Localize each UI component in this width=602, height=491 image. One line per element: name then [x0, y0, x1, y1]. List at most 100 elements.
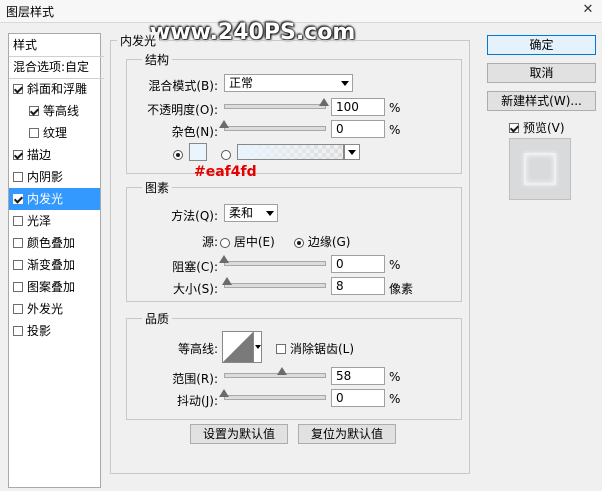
panel-title: 内发光: [117, 32, 160, 49]
style-list-item-label: 渐变叠加: [27, 258, 76, 272]
style-list-item[interactable]: 斜面和浮雕: [9, 78, 100, 100]
cancel-button[interactable]: 取消: [487, 63, 596, 83]
style-list-item[interactable]: 颜色叠加: [9, 232, 100, 254]
style-checkbox[interactable]: [13, 281, 23, 292]
source-label: 源:: [201, 235, 218, 249]
size-input[interactable]: 8: [331, 277, 385, 295]
technique-select[interactable]: 柔和: [224, 204, 278, 222]
choke-input[interactable]: 0: [331, 255, 385, 273]
gradient-dropdown[interactable]: [344, 144, 360, 160]
contour-label: 等高线:: [177, 342, 218, 356]
style-list-item[interactable]: 投影: [9, 320, 100, 342]
style-list-item-label: 外发光: [27, 302, 64, 316]
style-checkbox[interactable]: [13, 149, 23, 160]
size-slider[interactable]: [224, 283, 326, 288]
style-checkbox[interactable]: [13, 259, 23, 270]
source-center-radio[interactable]: 居中(E): [220, 233, 275, 250]
style-list-item-label: 内阴影: [27, 170, 64, 184]
source-center-label: 居中(E): [233, 235, 275, 249]
style-list-item[interactable]: 等高线: [9, 100, 100, 122]
anti-alias-checkbox[interactable]: 消除锯齿(L): [276, 340, 354, 357]
style-list-item-label: 光泽: [27, 214, 52, 228]
preview-square: [524, 153, 556, 185]
style-checkbox[interactable]: [13, 83, 23, 94]
technique-label: 方法(Q):: [171, 209, 218, 223]
noise-slider[interactable]: [224, 126, 326, 131]
size-unit: 像素: [389, 282, 414, 296]
source-edge-radio[interactable]: 边缘(G): [294, 233, 351, 250]
style-list-header[interactable]: 样式: [9, 34, 104, 57]
source-edge-label: 边缘(G): [307, 235, 351, 249]
style-list-item-label: 投影: [27, 324, 52, 338]
jitter-label: 抖动(J):: [177, 394, 218, 408]
choke-slider[interactable]: [224, 261, 326, 266]
contour-dropdown[interactable]: [254, 331, 262, 363]
noise-input[interactable]: 0: [331, 120, 385, 138]
style-checkbox[interactable]: [13, 325, 23, 336]
chevron-down-icon: [266, 211, 274, 216]
preview-checkbox[interactable]: 预览(V): [509, 119, 565, 136]
noise-unit: %: [389, 123, 401, 137]
contour-preview[interactable]: [222, 331, 254, 363]
range-slider[interactable]: [224, 373, 326, 378]
chevron-down-icon: [255, 345, 261, 349]
ok-button[interactable]: 确定: [487, 35, 596, 55]
technique-value: 柔和: [229, 206, 254, 220]
style-list-item[interactable]: 光泽: [9, 210, 100, 232]
style-list-item[interactable]: 渐变叠加: [9, 254, 100, 276]
style-checkbox[interactable]: [13, 237, 23, 248]
opacity-unit: %: [389, 101, 401, 115]
noise-slider-handle[interactable]: [219, 120, 229, 128]
style-checkbox[interactable]: [29, 127, 39, 138]
solid-color-radio[interactable]: [173, 147, 183, 161]
blend-mode-value: 正常: [229, 76, 254, 90]
anti-alias-label: 消除锯齿(L): [290, 342, 355, 356]
jitter-slider-handle[interactable]: [219, 389, 229, 397]
style-checkbox[interactable]: [29, 105, 39, 116]
reset-default-button[interactable]: 复位为默认值: [298, 424, 396, 444]
jitter-input[interactable]: 0: [331, 389, 385, 407]
choke-slider-handle[interactable]: [219, 255, 229, 263]
range-label: 范围(R):: [172, 372, 218, 386]
close-icon[interactable]: ✕: [576, 1, 600, 19]
style-checkbox[interactable]: [13, 215, 23, 226]
style-list-item[interactable]: 外发光: [9, 298, 100, 320]
window-title: 图层样式: [6, 5, 55, 19]
style-list-item[interactable]: 内阴影: [9, 166, 100, 188]
chevron-down-icon: [348, 150, 356, 155]
opacity-label: 不透明度(O):: [147, 103, 218, 117]
range-slider-handle[interactable]: [277, 367, 287, 375]
gradient-radio[interactable]: [221, 147, 231, 161]
size-slider-handle[interactable]: [222, 277, 233, 285]
opacity-slider[interactable]: [224, 104, 326, 109]
blend-options-item[interactable]: 混合选项:自定: [9, 56, 104, 79]
new-style-button[interactable]: 新建样式(W)...: [487, 91, 596, 111]
style-list: 样式 混合选项:自定 斜面和浮雕 等高线纹理描边内阴影内发光光泽颜色叠加渐变叠加图…: [8, 33, 104, 488]
style-list-item[interactable]: 描边: [9, 144, 100, 166]
glow-color-swatch[interactable]: [189, 143, 207, 161]
style-list-item[interactable]: 图案叠加: [9, 276, 100, 298]
opacity-input[interactable]: 100: [331, 98, 385, 116]
style-list-item[interactable]: 内发光: [9, 188, 100, 210]
contour-curve-icon: [223, 332, 253, 362]
style-checkbox[interactable]: [13, 303, 23, 314]
style-checkbox[interactable]: [13, 171, 23, 182]
make-default-button[interactable]: 设置为默认值: [190, 424, 288, 444]
style-list-item[interactable]: 纹理: [9, 122, 100, 144]
elements-legend: 图素: [142, 179, 173, 196]
blend-mode-select[interactable]: 正常: [224, 74, 353, 92]
jitter-slider[interactable]: [224, 395, 326, 400]
noise-label: 杂色(N):: [171, 125, 218, 139]
range-input[interactable]: 58: [331, 367, 385, 385]
jitter-unit: %: [389, 392, 401, 406]
style-preview-thumbnail: [509, 138, 571, 200]
color-annotation: #eaf4fd: [194, 164, 257, 180]
style-list-item-label: 内发光: [27, 192, 64, 206]
preview-label: 预览(V): [523, 121, 565, 135]
style-list-item-label: 纹理: [43, 126, 68, 140]
blend-mode-label: 混合模式(B):: [148, 79, 218, 93]
style-checkbox[interactable]: [13, 193, 23, 204]
gradient-picker[interactable]: [237, 144, 344, 160]
chevron-down-icon: [341, 81, 349, 86]
opacity-slider-handle[interactable]: [319, 98, 329, 106]
